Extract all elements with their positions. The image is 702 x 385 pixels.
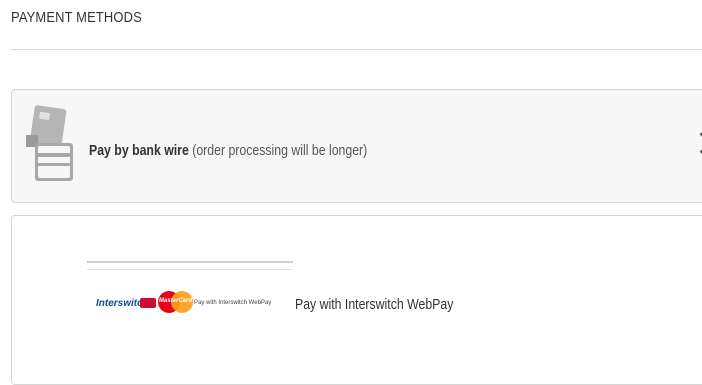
webpay-label[interactable]: Pay with Interswitch WebPay (295, 296, 453, 313)
mastercard-logo-text: MasterCard (159, 298, 193, 304)
bank-card-icon (26, 105, 73, 181)
payment-option-webpay[interactable]: Interswitch MasterCard Pay with Interswi… (11, 215, 702, 385)
bankwire-label-bold: Pay by bank wire (89, 142, 189, 159)
decorative-lines (87, 261, 293, 270)
interswitch-logo[interactable]: Interswitch MasterCard Pay with Interswi… (96, 288, 276, 318)
payment-option-bankwire[interactable]: Pay by bank wire (order processing will … (11, 89, 702, 203)
divider (11, 49, 702, 50)
interswitch-logo-caption: Pay with Interswitch WebPay (194, 300, 272, 306)
verve-badge (140, 298, 156, 308)
page-title: PAYMENT METHODS (11, 9, 142, 26)
bankwire-label-note: (order processing will be longer) (188, 142, 368, 159)
bankwire-label[interactable]: Pay by bank wire (order processing will … (89, 142, 367, 159)
